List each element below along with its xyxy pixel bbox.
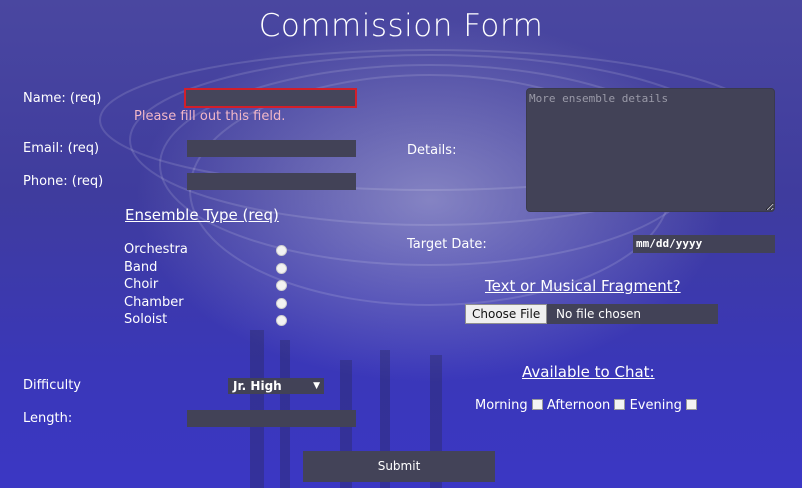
chat-option-evening-label: Evening xyxy=(629,398,682,413)
phone-label: Phone: (req) xyxy=(23,174,104,189)
ensemble-option-label: Chamber xyxy=(124,294,184,310)
chat-options: Morning Afternoon Evening xyxy=(475,398,697,413)
choose-file-button[interactable]: Choose File xyxy=(465,304,548,324)
caret-down-icon: ▼ xyxy=(313,381,320,391)
chat-option-morning-label: Morning xyxy=(475,398,528,413)
chat-option-afternoon-label: Afternoon xyxy=(546,398,611,413)
difficulty-label: Difficulty xyxy=(23,378,81,393)
difficulty-select[interactable]: Jr. High ▼ xyxy=(228,378,324,394)
email-input[interactable] xyxy=(187,140,356,157)
details-textarea[interactable] xyxy=(526,88,775,212)
ensemble-option-band[interactable]: Band xyxy=(124,259,294,277)
file-status-text: No file chosen xyxy=(556,307,642,321)
ensemble-option-label: Soloist xyxy=(124,312,168,327)
fragment-heading: Text or Musical Fragment? xyxy=(485,277,681,295)
submit-button[interactable]: Submit xyxy=(303,451,495,482)
choir-radio[interactable] xyxy=(276,280,287,291)
phone-input[interactable] xyxy=(187,173,356,190)
target-date-input[interactable]: mm/dd/yyyy xyxy=(633,235,775,253)
chat-heading: Available to Chat: xyxy=(522,363,655,381)
ensemble-option-choir[interactable]: Choir xyxy=(124,276,294,294)
ensemble-option-label: Choir xyxy=(124,277,159,292)
target-date-label: Target Date: xyxy=(407,237,487,252)
page-title: Commission Form xyxy=(258,8,544,44)
ensemble-option-chamber[interactable]: Chamber xyxy=(124,294,294,312)
name-input[interactable] xyxy=(184,88,357,108)
ensemble-option-orchestra[interactable]: Orchestra xyxy=(124,241,294,259)
afternoon-checkbox[interactable] xyxy=(614,399,626,410)
chamber-radio[interactable] xyxy=(276,297,287,309)
length-label: Length: xyxy=(23,411,73,426)
ensemble-options: Orchestra Band Choir Chamber Soloist xyxy=(124,241,294,329)
name-label: Name: (req) xyxy=(23,91,102,106)
orchestra-radio[interactable] xyxy=(276,245,287,256)
fragment-file-input[interactable]: Choose File No file chosen xyxy=(465,304,718,324)
ensemble-option-soloist[interactable]: Soloist xyxy=(124,311,294,329)
soloist-radio[interactable] xyxy=(276,315,287,326)
difficulty-selected-value: Jr. High xyxy=(233,379,282,393)
band-radio[interactable] xyxy=(276,262,287,274)
name-error-message: Please fill out this field. xyxy=(134,109,286,124)
evening-checkbox[interactable] xyxy=(685,399,697,410)
ensemble-type-heading: Ensemble Type (req) xyxy=(125,206,279,224)
morning-checkbox[interactable] xyxy=(531,399,543,410)
ensemble-option-label: Band xyxy=(124,259,158,275)
ensemble-option-label: Orchestra xyxy=(124,242,188,257)
details-label: Details: xyxy=(407,143,457,158)
length-input[interactable] xyxy=(187,410,356,427)
email-label: Email: (req) xyxy=(23,141,100,156)
